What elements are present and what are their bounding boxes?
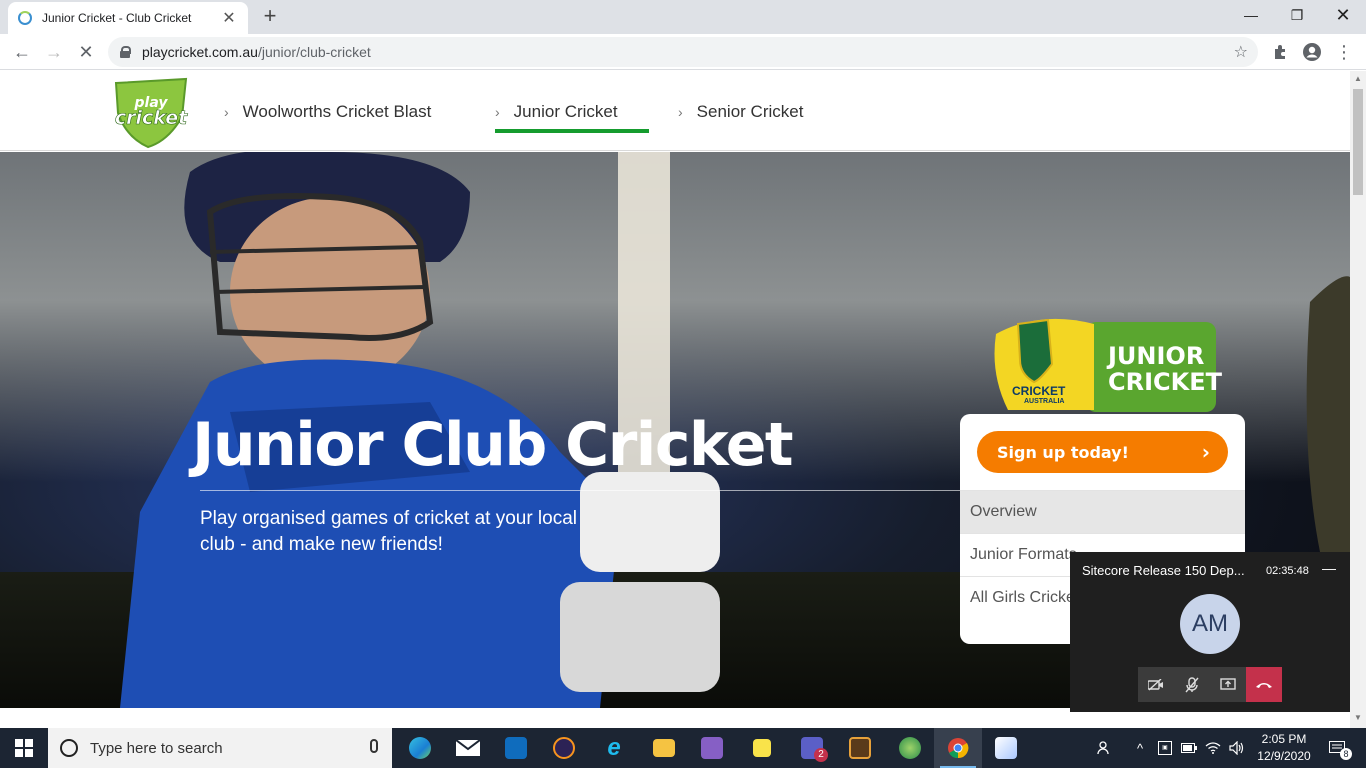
clock-date: 12/9/2020: [1257, 749, 1311, 763]
chevron-right-icon: ›: [678, 104, 683, 120]
play-cricket-logo[interactable]: play cricket: [108, 77, 194, 149]
teams-badge: 2: [814, 748, 828, 762]
wifi-icon[interactable]: [1202, 728, 1224, 768]
sign-up-label: Sign up today!: [997, 442, 1129, 462]
side-nav-label: Junior Formats: [970, 546, 1077, 563]
nav-label: Senior Cricket: [696, 102, 804, 121]
hero-title: Junior Club Cricket: [192, 410, 794, 480]
chevron-right-icon: ›: [1201, 440, 1210, 464]
chrome-icon[interactable]: [934, 728, 982, 768]
teams-call-window[interactable]: Sitecore Release 150 Dep... 02:35:48 — A…: [1070, 552, 1350, 712]
mail-icon[interactable]: [444, 728, 492, 768]
app-icon[interactable]: [836, 728, 884, 768]
chevron-up-icon[interactable]: ^: [1130, 728, 1150, 768]
site-header: play cricket › Woolworths Cricket Blast …: [0, 71, 1350, 151]
clock-time: 2:05 PM: [1261, 732, 1307, 746]
taskbar-search-box[interactable]: Type here to search: [48, 728, 392, 768]
microphone-icon[interactable]: [370, 739, 378, 753]
close-window-button[interactable]: ✕: [1320, 0, 1366, 30]
call-duration: 02:35:48: [1266, 565, 1309, 577]
hang-up-button[interactable]: [1246, 667, 1282, 702]
visual-studio-icon[interactable]: [688, 728, 736, 768]
restore-window-button[interactable]: ❐: [1274, 0, 1320, 30]
site-favicon-icon: [18, 11, 32, 25]
back-arrow-icon[interactable]: ←: [8, 38, 36, 66]
badge-title-line1: JUNIOR: [1108, 342, 1205, 370]
file-explorer-icon[interactable]: [640, 728, 688, 768]
mic-muted-icon[interactable]: [1174, 667, 1210, 702]
badge-brand-text: CRICKET: [1012, 384, 1066, 398]
teams-icon[interactable]: 2: [788, 728, 836, 768]
paint-icon[interactable]: [982, 728, 1030, 768]
lock-icon[interactable]: [120, 46, 131, 58]
svg-text:cricket: cricket: [115, 107, 188, 129]
junior-cricket-badge: CRICKET AUSTRALIA JUNIOR CRICKET: [990, 314, 1222, 414]
nav-junior-cricket[interactable]: › Junior Cricket: [495, 97, 649, 133]
nav-label: Woolworths Cricket Blast: [242, 102, 432, 121]
side-nav-label: All Girls Cricket: [970, 589, 1080, 606]
battery-icon[interactable]: [1178, 728, 1200, 768]
nav-label: Junior Cricket: [513, 102, 618, 121]
bookmark-star-icon[interactable]: ☆: [1234, 42, 1248, 62]
new-tab-button[interactable]: +: [258, 4, 282, 28]
browser-toolbar: ← → ✕ playcricket.com.au/junior/club-cri…: [0, 34, 1366, 70]
globe-app-icon[interactable]: [886, 728, 934, 768]
windows-logo-icon: [15, 739, 33, 757]
minimize-window-button[interactable]: —: [1228, 0, 1274, 30]
badge-title-line2: CRICKET: [1108, 368, 1222, 396]
url-host: playcricket.com.au: [142, 44, 258, 60]
page-scrollbar[interactable]: ▲ ▼: [1350, 71, 1366, 728]
url-path: /junior/club-cricket: [257, 44, 371, 60]
bitdefender-icon[interactable]: ▣: [1154, 728, 1176, 768]
extensions-puzzle-icon[interactable]: [1266, 38, 1294, 66]
badge-brand-subtext: AUSTRALIA: [1024, 398, 1065, 405]
participant-avatar: AM: [1180, 594, 1240, 654]
browser-menu-kebab-icon[interactable]: ⋮: [1330, 38, 1358, 66]
nav-woolworths-cricket-blast[interactable]: › Woolworths Cricket Blast: [224, 97, 431, 127]
address-bar[interactable]: playcricket.com.au/junior/club-cricket ☆: [108, 37, 1258, 67]
sticky-notes-icon[interactable]: [738, 728, 786, 768]
browser-tab-active[interactable]: Junior Cricket - Club Cricket ✕: [8, 2, 248, 34]
scroll-down-arrow-icon[interactable]: ▼: [1354, 713, 1362, 722]
scroll-thumb[interactable]: [1353, 89, 1363, 195]
scroll-up-arrow-icon[interactable]: ▲: [1354, 74, 1362, 83]
call-meeting-title: Sitecore Release 150 Dep...: [1082, 563, 1245, 578]
windows-start-button[interactable]: [0, 728, 48, 768]
call-controls: [1138, 667, 1282, 702]
people-icon[interactable]: [1094, 728, 1116, 768]
forward-arrow-icon[interactable]: →: [40, 38, 68, 66]
internet-explorer-icon[interactable]: e: [590, 728, 638, 768]
windows-taskbar: Type here to search e 2 ^ ▣ 2:05 PM 12/9…: [0, 728, 1366, 768]
chevron-right-icon: ›: [495, 104, 500, 120]
close-tab-icon[interactable]: ✕: [220, 8, 238, 28]
call-minimize-button[interactable]: —: [1322, 560, 1336, 576]
camera-off-icon[interactable]: [1138, 667, 1174, 702]
side-nav-overview[interactable]: Overview: [960, 490, 1245, 533]
hero-subtitle: Play organised games of cricket at your …: [200, 508, 578, 555]
profile-avatar-icon[interactable]: [1298, 38, 1326, 66]
sign-up-button[interactable]: Sign up today! ›: [977, 431, 1228, 473]
chevron-right-icon: ›: [224, 104, 229, 120]
share-screen-icon[interactable]: [1210, 667, 1246, 702]
volume-icon[interactable]: [1226, 728, 1248, 768]
notification-center-icon[interactable]: 8: [1322, 728, 1352, 768]
stop-loading-icon[interactable]: ✕: [72, 38, 100, 66]
tab-title: Junior Cricket - Club Cricket: [42, 11, 192, 25]
taskbar-clock[interactable]: 2:05 PM 12/9/2020: [1252, 731, 1316, 765]
hero-divider: [200, 490, 960, 491]
cortana-circle-icon: [60, 739, 78, 757]
side-nav-label: Overview: [970, 503, 1037, 520]
eclipse-icon[interactable]: [540, 728, 588, 768]
browser-tabstrip: Junior Cricket - Club Cricket ✕ + — ❐ ✕: [0, 0, 1366, 34]
search-placeholder: Type here to search: [90, 739, 223, 757]
nav-senior-cricket[interactable]: › Senior Cricket: [678, 97, 803, 127]
edge-browser-icon[interactable]: [396, 728, 444, 768]
notification-count: 8: [1340, 748, 1352, 760]
outlook-icon[interactable]: [492, 728, 540, 768]
